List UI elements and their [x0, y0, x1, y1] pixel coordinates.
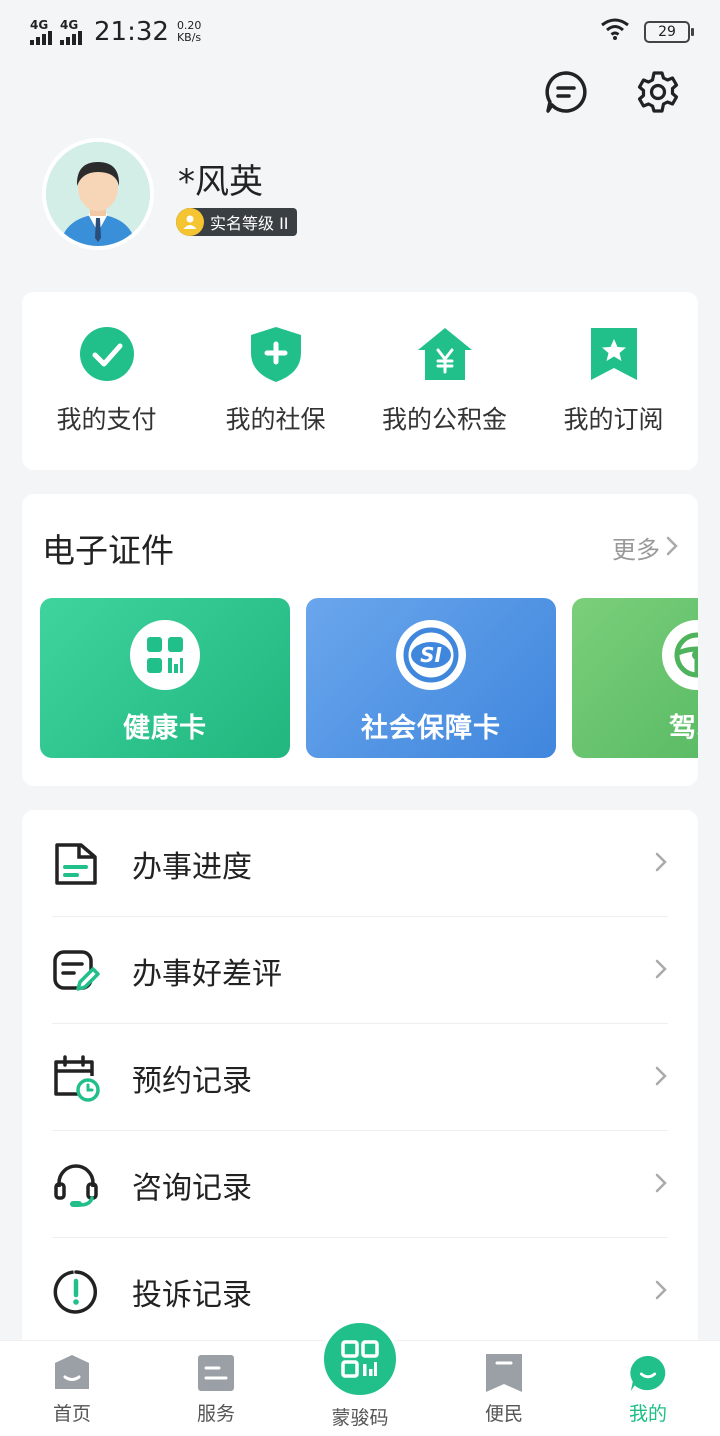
service-icon: [196, 1353, 236, 1393]
qr-grid-icon: [130, 620, 200, 690]
tab-label: 首页: [52, 1403, 91, 1425]
tab-home[interactable]: 首页: [0, 1341, 144, 1436]
si-logo-icon: SI: [396, 620, 466, 690]
document-icon: [50, 838, 102, 890]
chevron-right-icon: [654, 1279, 668, 1305]
headset-icon: [50, 1159, 102, 1211]
social-security-card[interactable]: SI 社会保障卡: [306, 598, 556, 758]
certificate-label: 健康卡: [123, 713, 207, 744]
certificate-label: 社会保障卡: [361, 713, 501, 744]
network-label: 4G: [30, 18, 49, 32]
check-circle-icon: [77, 324, 137, 384]
health-card[interactable]: 健康卡: [40, 598, 290, 758]
quick-action-social-security[interactable]: 我的社保: [191, 292, 360, 470]
user-name: *风英: [178, 162, 263, 202]
tab-health-code[interactable]: 蒙骏码: [288, 1319, 432, 1436]
tab-label: 我的: [628, 1403, 667, 1425]
records-menu: 办事进度 办事好差评 预约记录 咨询记录 投诉记录: [22, 810, 698, 1350]
menu-item-progress[interactable]: 办事进度: [22, 810, 698, 917]
signal-icon: 4G: [60, 19, 82, 45]
profile-icon: [628, 1353, 668, 1393]
alert-circle-icon: [50, 1266, 102, 1318]
edit-note-icon: [50, 945, 102, 997]
driving-license-card[interactable]: 驾驶: [572, 598, 698, 758]
message-icon[interactable]: [544, 70, 588, 114]
battery-icon: 29: [644, 21, 694, 43]
quick-action-label: 我的社保: [225, 405, 326, 434]
certificates-card: 电子证件 更多 健康卡 SI 社会保障卡 驾驶: [22, 494, 698, 786]
menu-item-evaluation[interactable]: 办事好差评: [22, 917, 698, 1024]
network-speed: 0.20 KB/s: [177, 20, 202, 44]
battery-level: 29: [658, 24, 676, 40]
verified-user-icon: [176, 208, 204, 236]
bookmark-icon: [484, 1353, 524, 1393]
top-actions: [544, 70, 680, 114]
status-bar: 4G 4G 21:32 0.20 KB/s 29: [0, 0, 720, 64]
tab-label: 蒙骏码: [331, 1407, 389, 1429]
quick-actions-card: 我的支付 我的社保 我的公积金 我的订阅: [22, 292, 698, 470]
menu-item-label: 咨询记录: [132, 1170, 252, 1206]
more-label: 更多: [612, 536, 660, 564]
calendar-clock-icon: [50, 1052, 102, 1104]
home-icon: [52, 1353, 92, 1393]
tab-mine[interactable]: 我的: [576, 1341, 720, 1436]
bookmark-star-icon: [584, 324, 644, 384]
bottom-tab-bar: 首页 服务 蒙骏码 便民 我的: [0, 1319, 720, 1436]
menu-item-appointments[interactable]: 预约记录: [22, 1024, 698, 1131]
tab-convenience[interactable]: 便民: [432, 1341, 576, 1436]
chevron-right-icon: [654, 1172, 668, 1198]
menu-item-label: 办事进度: [132, 849, 252, 885]
wifi-icon: [600, 18, 630, 46]
menu-item-consultations[interactable]: 咨询记录: [22, 1131, 698, 1238]
certificates-title: 电子证件: [42, 531, 174, 570]
shield-plus-icon: [246, 324, 306, 384]
clock: 21:32: [94, 17, 169, 47]
quick-action-label: 我的支付: [56, 405, 157, 434]
more-link[interactable]: 更多: [612, 530, 678, 565]
house-yen-icon: [415, 324, 475, 384]
network-label: 4G: [60, 18, 79, 32]
chevron-right-icon: [654, 851, 668, 877]
quick-action-subscription[interactable]: 我的订阅: [529, 292, 698, 470]
chevron-right-icon: [654, 958, 668, 984]
tab-services[interactable]: 服务: [144, 1341, 288, 1436]
quick-action-label: 我的订阅: [563, 405, 664, 434]
tab-label: 便民: [484, 1403, 523, 1425]
menu-item-label: 投诉记录: [132, 1277, 252, 1313]
speed-unit: KB/s: [176, 31, 202, 44]
menu-item-label: 预约记录: [132, 1063, 252, 1099]
qr-code-icon: [320, 1319, 400, 1399]
level-text: 实名等级 II: [210, 214, 289, 233]
tab-label: 服务: [196, 1403, 235, 1425]
chevron-right-icon: [666, 534, 678, 562]
steering-wheel-icon: [662, 620, 698, 690]
quick-action-payment[interactable]: 我的支付: [22, 292, 191, 470]
verification-level-badge[interactable]: 实名等级 II: [176, 208, 297, 236]
certificate-label: 驾驶: [669, 713, 698, 744]
signal-icon: 4G: [30, 19, 52, 45]
chevron-right-icon: [654, 1065, 668, 1091]
quick-action-housing-fund[interactable]: 我的公积金: [360, 292, 529, 470]
gear-icon[interactable]: [636, 70, 680, 114]
svg-text:SI: SI: [420, 643, 442, 667]
quick-action-label: 我的公积金: [381, 405, 507, 434]
menu-item-label: 办事好差评: [132, 956, 282, 992]
avatar[interactable]: [42, 138, 154, 250]
